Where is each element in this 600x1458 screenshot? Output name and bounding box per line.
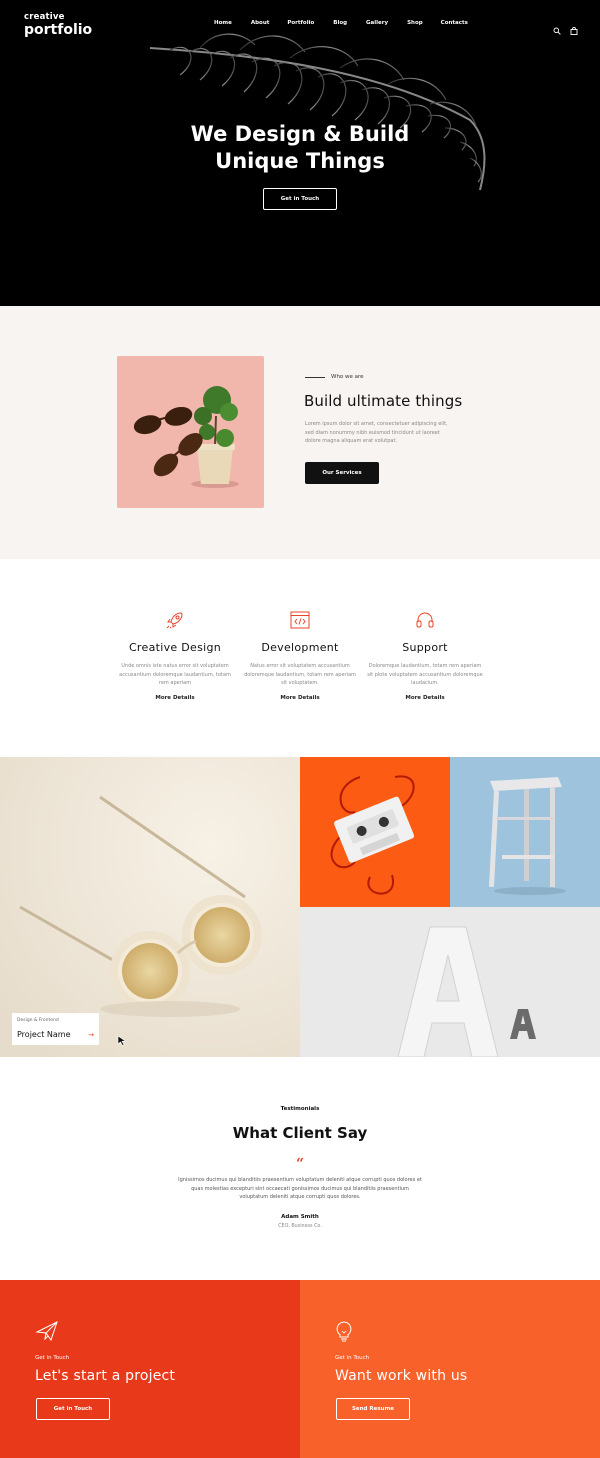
testimonial-author: Adam Smith bbox=[281, 1214, 319, 1220]
about-title: Build ultimate things bbox=[304, 392, 463, 410]
sunglasses-project-image[interactable]: Design & Frontend Project Name → bbox=[0, 757, 300, 1057]
cta-work-with-us: Get in Touch Want work with us Send Resu… bbox=[300, 1280, 600, 1458]
quote-icon: “ bbox=[295, 1156, 305, 1172]
our-services-button[interactable]: Our Services bbox=[305, 462, 379, 484]
nav-blog[interactable]: Blog bbox=[333, 20, 347, 26]
cassette-tape-project-image[interactable] bbox=[300, 757, 450, 907]
service-title: Support bbox=[402, 641, 448, 654]
about-kicker-text: Who we are bbox=[331, 374, 364, 380]
nav-portfolio[interactable]: Portfolio bbox=[287, 20, 314, 26]
logo-line1: creative bbox=[24, 12, 65, 22]
logo-line2: portfolio bbox=[24, 21, 93, 38]
testimonial-role: CEO, Business Co. bbox=[278, 1224, 322, 1229]
kicker-line bbox=[305, 376, 325, 378]
nav-about[interactable]: About bbox=[251, 20, 270, 26]
cta-title: Let's start a project bbox=[35, 1368, 176, 1384]
cta-start-project: Get in Touch Let's start a project Get i… bbox=[0, 1280, 300, 1458]
sunglasses-plant-image bbox=[117, 356, 264, 508]
paper-plane-icon bbox=[35, 1321, 58, 1342]
cart-icon[interactable] bbox=[570, 20, 578, 35]
stool-project-image[interactable] bbox=[450, 757, 600, 907]
testimonials-kicker: Testimonials bbox=[280, 1106, 320, 1112]
about-kicker: Who we are bbox=[305, 374, 364, 380]
service-card-support: Support Doloremque laudantium, totam rem… bbox=[365, 609, 485, 701]
cta-kicker: Get in Touch bbox=[35, 1355, 70, 1361]
hero-section: creative portfolio Home About Portfolio … bbox=[0, 0, 600, 306]
service-card-creative-design: Creative Design Unde omnis iste natus er… bbox=[115, 609, 235, 701]
project-category: Design & Frontend bbox=[17, 1018, 59, 1023]
nav-shop[interactable]: Shop bbox=[407, 20, 423, 26]
hero-get-in-touch-button[interactable]: Get in Touch bbox=[263, 188, 337, 210]
service-more-details-link[interactable]: More Details bbox=[365, 695, 485, 701]
send-resume-button[interactable]: Send Resume bbox=[336, 1398, 410, 1420]
testimonials-title: What Client Say bbox=[232, 1124, 368, 1142]
testimonial-text: Ignissimos ducimus qui blanditiis praese… bbox=[178, 1177, 422, 1200]
header-icons bbox=[553, 20, 578, 35]
service-text: Unde omnis iste natus error sit voluptat… bbox=[119, 663, 231, 686]
search-icon[interactable] bbox=[553, 20, 561, 35]
nav-gallery[interactable]: Gallery bbox=[366, 20, 388, 26]
service-more-details-link[interactable]: More Details bbox=[115, 695, 235, 701]
rocket-icon bbox=[166, 612, 183, 629]
service-text: Natus error sit voluptatem accusantium d… bbox=[244, 663, 356, 686]
testimonials-section: Testimonials What Client Say “ Ignissimo… bbox=[0, 1057, 600, 1280]
hero-title: We Design & Build Unique Things bbox=[0, 121, 600, 175]
service-text: Doloremque laudantium, totam rem aperiam… bbox=[367, 663, 483, 686]
letter-a-project-image[interactable] bbox=[300, 907, 600, 1057]
service-card-development: Development Natus error sit voluptatem a… bbox=[240, 609, 360, 701]
cta-title: Want work with us bbox=[335, 1368, 468, 1384]
lightbulb-icon bbox=[336, 1321, 352, 1342]
logo[interactable]: creative portfolio bbox=[24, 13, 92, 37]
services-section: Creative Design Unde omnis iste natus er… bbox=[0, 559, 600, 757]
headphones-icon bbox=[416, 612, 434, 628]
about-text: Lorem ipsum dolor sit amet, consectetuer… bbox=[305, 421, 448, 444]
service-title: Development bbox=[261, 641, 339, 654]
hero-title-line2: Unique Things bbox=[215, 149, 385, 173]
cta-get-in-touch-button[interactable]: Get in Touch bbox=[36, 1398, 110, 1420]
service-title: Creative Design bbox=[128, 641, 222, 654]
code-icon bbox=[290, 611, 310, 629]
arrow-right-icon[interactable]: → bbox=[88, 1031, 94, 1039]
cta-kicker: Get in Touch bbox=[335, 1355, 370, 1361]
mouse-cursor-icon bbox=[117, 1035, 127, 1046]
service-more-details-link[interactable]: More Details bbox=[240, 695, 360, 701]
nav-home[interactable]: Home bbox=[214, 20, 232, 26]
main-nav: Home About Portfolio Blog Gallery Shop C… bbox=[214, 20, 468, 26]
about-section: Who we are Build ultimate things Lorem i… bbox=[0, 306, 600, 559]
project-name: Project Name bbox=[17, 1030, 71, 1039]
portfolio-gallery: Design & Frontend Project Name → bbox=[0, 757, 600, 1057]
hero-title-line1: We Design & Build bbox=[190, 122, 410, 146]
nav-contacts[interactable]: Contacts bbox=[441, 20, 468, 26]
project-card[interactable]: Design & Frontend Project Name → bbox=[12, 1013, 99, 1045]
